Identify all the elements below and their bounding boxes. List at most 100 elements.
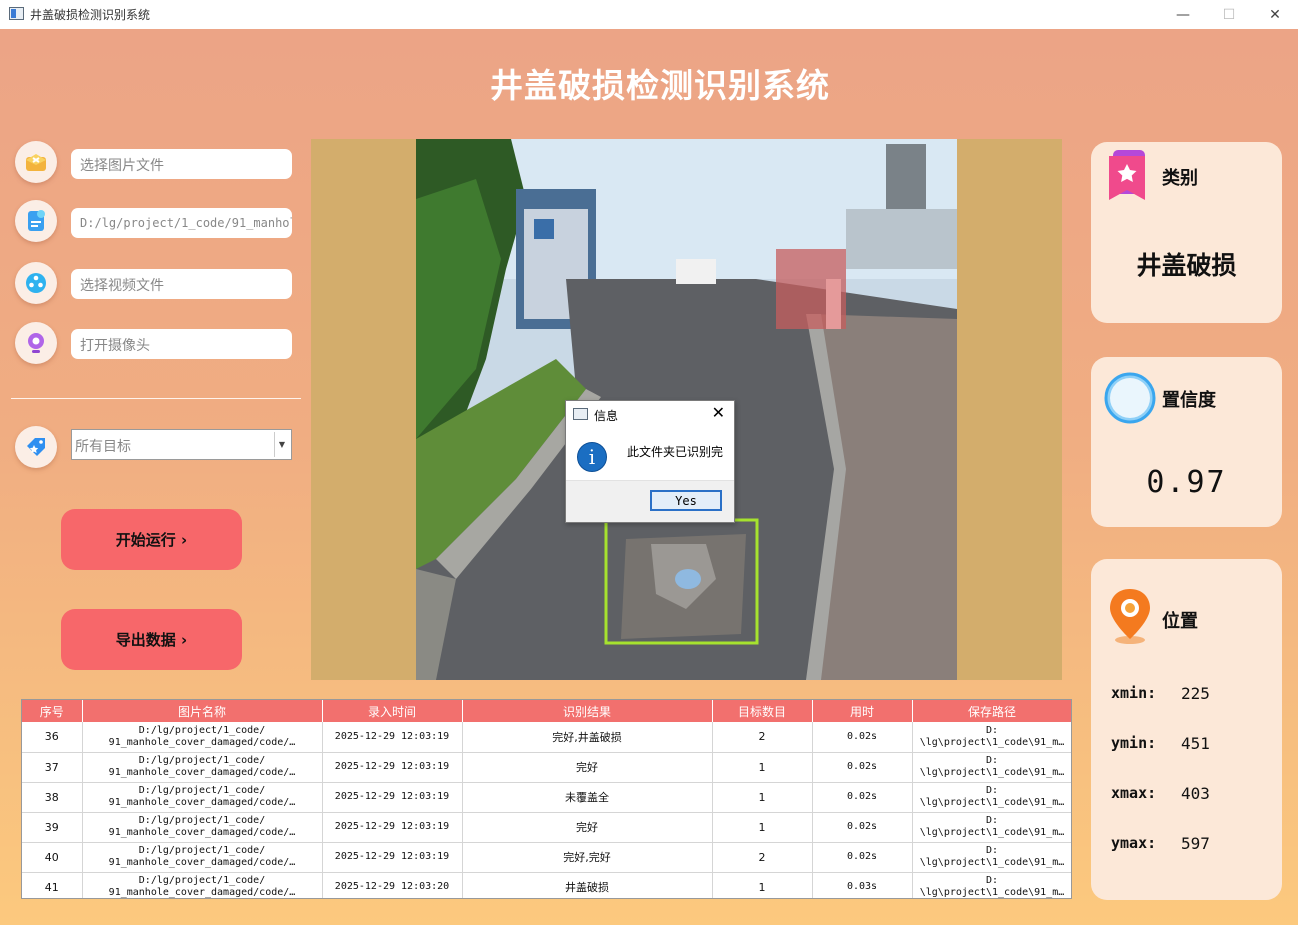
row-image-name: D:/lg/project/1_code/91_manhole_cover_da… bbox=[82, 872, 323, 898]
row-count: 1 bbox=[712, 812, 813, 843]
class-label: 类别 bbox=[1162, 168, 1198, 189]
row-result: 未覆盖全 bbox=[462, 782, 713, 813]
row-count: 2 bbox=[712, 842, 813, 873]
row-id: 41 bbox=[22, 872, 83, 898]
window-titlebar: 井盖破损检测识别系统 — ☐ ✕ bbox=[0, 0, 1298, 29]
ymin-value: 451 bbox=[1181, 734, 1210, 753]
ymax-label: ymax: bbox=[1111, 834, 1157, 852]
row-id: 40 bbox=[22, 842, 83, 873]
confidence-ring-icon bbox=[1104, 372, 1156, 424]
results-table[interactable]: 序号 图片名称 录入时间 识别结果 目标数目 用时 保存路径 36 D:/lg/… bbox=[21, 699, 1072, 899]
dialog-window-icon bbox=[573, 408, 588, 420]
camera-input[interactable]: 打开摄像头 bbox=[71, 329, 292, 359]
row-elapsed: 0.02s bbox=[812, 752, 913, 783]
chevron-down-icon[interactable]: ▼ bbox=[274, 432, 289, 457]
row-result: 完好 bbox=[462, 812, 713, 843]
xmax-label: xmax: bbox=[1111, 784, 1157, 802]
video-file-icon[interactable] bbox=[15, 262, 57, 304]
position-card: 位置 xmin: 225 ymin: 451 xmax: 403 ymax: 5… bbox=[1091, 559, 1282, 900]
minimize-button[interactable]: — bbox=[1160, 0, 1206, 29]
row-elapsed: 0.03s bbox=[812, 872, 913, 898]
row-image-name: D:/lg/project/1_code/91_manhole_cover_da… bbox=[82, 842, 323, 873]
dialog-close-icon[interactable]: ✕ bbox=[712, 403, 725, 422]
row-save-path: D: \lg\project\1_code\91_m… bbox=[912, 812, 1071, 843]
position-label: 位置 bbox=[1162, 611, 1198, 632]
row-count: 1 bbox=[712, 782, 813, 813]
dialog-yes-button[interactable]: Yes bbox=[650, 490, 722, 511]
camera-icon[interactable] bbox=[15, 322, 57, 364]
row-time: 2025-12-29 12:03:19 bbox=[322, 752, 463, 783]
row-image-name: D:/lg/project/1_code/91_manhole_cover_da… bbox=[82, 782, 323, 813]
target-select-value: 所有目标 bbox=[75, 439, 131, 455]
maximize-button[interactable]: ☐ bbox=[1206, 0, 1252, 29]
row-elapsed: 0.02s bbox=[812, 842, 913, 873]
header-target-count[interactable]: 目标数目 bbox=[712, 700, 813, 722]
row-count: 1 bbox=[712, 752, 813, 783]
tag-icon bbox=[15, 426, 57, 468]
table-row[interactable]: 38 D:/lg/project/1_code/91_manhole_cover… bbox=[22, 782, 1071, 813]
location-pin-icon bbox=[1110, 589, 1150, 644]
app-title: 井盖破损检测识别系统 bbox=[490, 66, 830, 105]
close-window-button[interactable]: ✕ bbox=[1252, 0, 1298, 29]
xmin-row: xmin: 225 bbox=[1111, 684, 1210, 703]
header-image-name[interactable]: 图片名称 bbox=[82, 700, 323, 722]
divider bbox=[11, 398, 301, 399]
table-row[interactable]: 36 D:/lg/project/1_code/91_manhole_cover… bbox=[22, 722, 1071, 753]
start-button[interactable]: 开始运行 › bbox=[61, 509, 242, 570]
row-time: 2025-12-29 12:03:19 bbox=[322, 722, 463, 753]
row-elapsed: 0.02s bbox=[812, 722, 913, 753]
export-button[interactable]: 导出数据 › bbox=[61, 609, 242, 670]
row-result: 完好 bbox=[462, 752, 713, 783]
class-card: 类别 井盖破损 bbox=[1091, 142, 1282, 323]
row-save-path: D: \lg\project\1_code\91_m… bbox=[912, 722, 1071, 753]
info-dialog: 信息 ✕ i 此文件夹已识别完 Yes bbox=[565, 400, 735, 523]
window-title: 井盖破损检测识别系统 bbox=[30, 8, 151, 22]
row-elapsed: 0.02s bbox=[812, 812, 913, 843]
row-save-path: D: \lg\project\1_code\91_m… bbox=[912, 752, 1071, 783]
image-file-icon[interactable] bbox=[15, 141, 57, 183]
table-row[interactable]: 40 D:/lg/project/1_code/91_manhole_cover… bbox=[22, 842, 1071, 873]
row-image-name: D:/lg/project/1_code/91_manhole_cover_da… bbox=[82, 752, 323, 783]
ymax-value: 597 bbox=[1181, 834, 1210, 853]
ymin-label: ymin: bbox=[1111, 734, 1157, 752]
folder-path-input[interactable]: D:/lg/project/1_code/91_manhole_cover_da… bbox=[71, 208, 292, 238]
image-file-input[interactable]: 选择图片文件 bbox=[71, 149, 292, 179]
row-time: 2025-12-29 12:03:19 bbox=[322, 782, 463, 813]
target-select[interactable]: 所有目标 ▼ bbox=[71, 429, 292, 460]
class-value: 井盖破损 bbox=[1136, 251, 1237, 280]
table-row[interactable]: 41 D:/lg/project/1_code/91_manhole_cover… bbox=[22, 872, 1071, 898]
row-image-name: D:/lg/project/1_code/91_manhole_cover_da… bbox=[82, 722, 323, 753]
table-header-row: 序号 图片名称 录入时间 识别结果 目标数目 用时 保存路径 bbox=[22, 700, 1071, 722]
ymax-row: ymax: 597 bbox=[1111, 834, 1210, 853]
confidence-label: 置信度 bbox=[1162, 390, 1216, 411]
header-elapsed[interactable]: 用时 bbox=[812, 700, 913, 722]
row-save-path: D: \lg\project\1_code\91_m… bbox=[912, 782, 1071, 813]
row-save-path: D: \lg\project\1_code\91_m… bbox=[912, 872, 1071, 898]
header-index[interactable]: 序号 bbox=[22, 700, 83, 722]
row-id: 39 bbox=[22, 812, 83, 843]
row-result: 井盖破损 bbox=[462, 872, 713, 898]
row-elapsed: 0.02s bbox=[812, 782, 913, 813]
dialog-message: 此文件夹已识别完 bbox=[627, 445, 724, 459]
row-count: 2 bbox=[712, 722, 813, 753]
table-row[interactable]: 37 D:/lg/project/1_code/91_manhole_cover… bbox=[22, 752, 1071, 783]
row-count: 1 bbox=[712, 872, 813, 898]
table-row[interactable]: 39 D:/lg/project/1_code/91_manhole_cover… bbox=[22, 812, 1071, 843]
row-id: 36 bbox=[22, 722, 83, 753]
header-entry-time[interactable]: 录入时间 bbox=[322, 700, 463, 722]
xmax-value: 403 bbox=[1181, 784, 1210, 803]
dialog-title: 信息 bbox=[594, 409, 619, 423]
row-save-path: D: \lg\project\1_code\91_m… bbox=[912, 842, 1071, 873]
video-file-input[interactable]: 选择视频文件 bbox=[71, 269, 292, 299]
confidence-value: 0.97 bbox=[1146, 465, 1227, 500]
row-image-name: D:/lg/project/1_code/91_manhole_cover_da… bbox=[82, 812, 323, 843]
folder-icon[interactable] bbox=[15, 200, 57, 242]
header-result[interactable]: 识别结果 bbox=[462, 700, 713, 722]
app-window-icon bbox=[9, 7, 24, 20]
main-panel: 井盖破损检测识别系统 选择图片文件 D:/lg/project/1_code/9… bbox=[0, 29, 1298, 925]
row-result: 完好,完好 bbox=[462, 842, 713, 873]
bookmark-star-icon bbox=[1109, 150, 1145, 200]
header-save-path[interactable]: 保存路径 bbox=[912, 700, 1071, 722]
row-id: 37 bbox=[22, 752, 83, 783]
xmin-label: xmin: bbox=[1111, 684, 1157, 702]
